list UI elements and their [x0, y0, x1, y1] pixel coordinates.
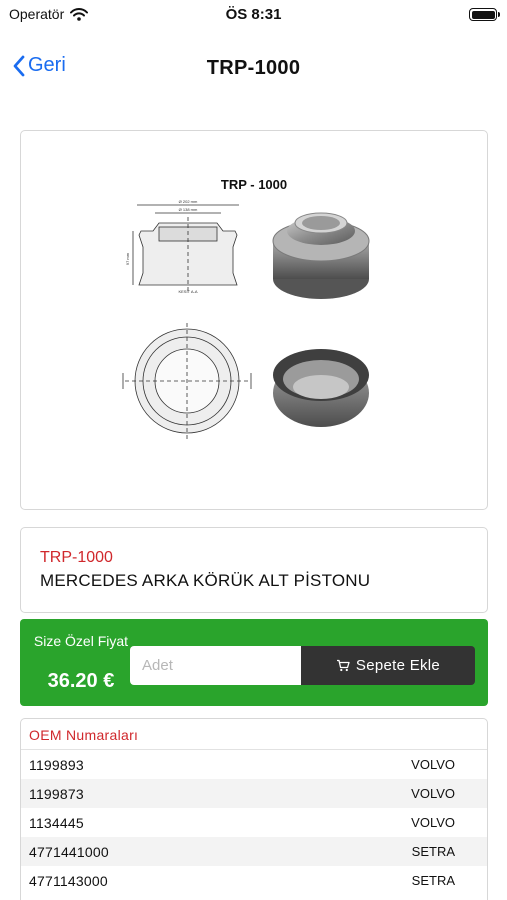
oem-brand: SETRA — [411, 844, 455, 859]
price-value: 36.20 € — [47, 670, 115, 692]
oem-row: 1199893 VOLVO — [21, 750, 487, 779]
product-image-card: TRP - 1000 Ø 202 mm Ø 138 mm 97 mm KESİT — [20, 130, 488, 510]
oem-code: 1199893 — [29, 756, 84, 773]
oem-brand: VOLVO — [411, 757, 455, 772]
quantity-input[interactable] — [130, 646, 301, 685]
oem-row: 4771143000 SETRA — [21, 866, 487, 895]
oem-brand: SETRA — [411, 873, 455, 888]
product-name: MERCEDES ARKA KÖRÜK ALT PİSTONU — [40, 571, 371, 590]
page-title: TRP-1000 — [206, 57, 301, 79]
navigation-bar: Geri TRP-1000 — [0, 48, 507, 88]
dim-inner-label: Ø 138 mm — [179, 207, 198, 212]
oem-row: 1199873 VOLVO — [21, 779, 487, 808]
dim-outer-label: Ø 202 mm — [179, 199, 198, 204]
oem-rows: 1199893 VOLVO 1199873 VOLVO 1134445 VOLV… — [21, 750, 487, 895]
oem-row: 4771441000 SETRA — [21, 837, 487, 866]
oem-code: 1199873 — [29, 785, 84, 802]
oem-brand: VOLVO — [411, 786, 455, 801]
price-label: Size Özel Fiyat — [33, 633, 129, 649]
product-technical-drawing: Ø 202 mm Ø 138 mm 97 mm KESİT A-A — [122, 199, 370, 439]
product-code: TRP-1000 — [40, 549, 113, 566]
status-time: ÖS 8:31 — [225, 6, 282, 23]
cart-icon — [336, 659, 350, 672]
battery-icon — [469, 8, 500, 21]
status-bar: Operatör ÖS 8:31 — [0, 0, 507, 30]
oem-list-card: OEM Numaraları 1199893 VOLVO 1199873 VOL… — [20, 718, 488, 900]
oem-code: 4771441000 — [29, 843, 109, 860]
oem-brand: VOLVO — [411, 815, 455, 830]
product-title-card: TRP-1000 MERCEDES ARKA KÖRÜK ALT PİSTONU — [20, 527, 488, 613]
oem-list-title: OEM Numaraları — [21, 719, 487, 750]
dim-height-label: 97 mm — [125, 252, 130, 265]
price-bar: Size Özel Fiyat 36.20 € Sepete Ekle — [20, 619, 488, 706]
oem-row: 1134445 VOLVO — [21, 808, 487, 837]
oem-code: 4771143000 — [29, 872, 108, 889]
add-to-cart-label: Sepete Ekle — [355, 657, 441, 674]
oem-code: 1134445 — [29, 814, 84, 831]
section-label: KESİT A-A — [178, 289, 197, 294]
add-to-cart-button[interactable]: Sepete Ekle — [301, 646, 475, 685]
